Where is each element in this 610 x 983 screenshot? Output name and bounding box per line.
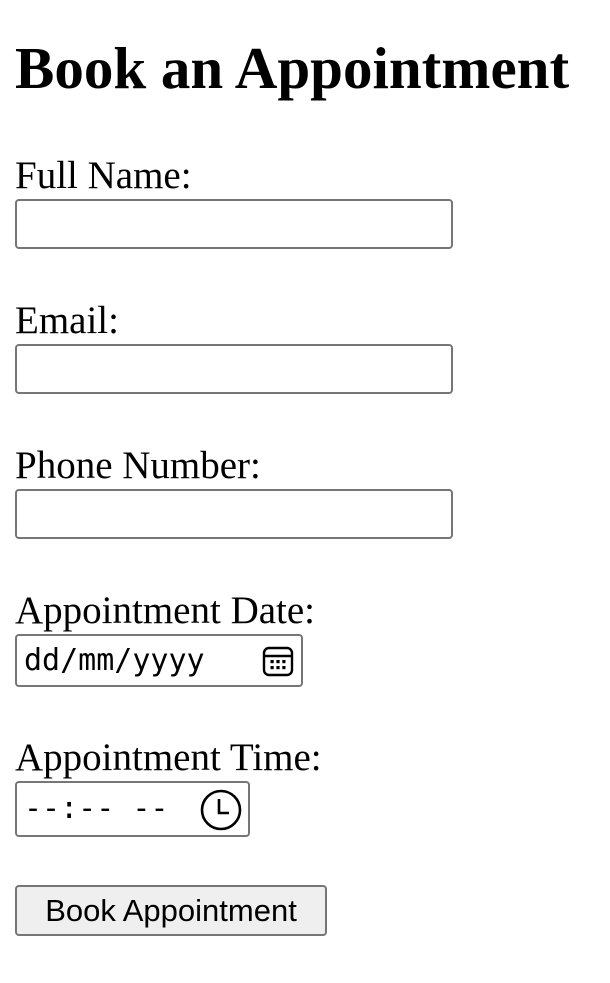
full-name-field[interactable] xyxy=(15,199,453,249)
full-name-label: Full Name: xyxy=(15,154,192,197)
book-appointment-button[interactable]: Book Appointment xyxy=(15,885,327,936)
appointment-time-field[interactable]: --:-- -- xyxy=(15,781,250,837)
time-placeholder: --:-- -- xyxy=(24,791,169,826)
date-placeholder: dd/mm/yyyy xyxy=(24,642,205,678)
calendar-icon[interactable] xyxy=(262,645,294,677)
clock-icon[interactable] xyxy=(200,789,242,831)
phone-number-label: Phone Number: xyxy=(15,444,261,487)
email-field[interactable] xyxy=(15,344,453,394)
email-label: Email: xyxy=(15,299,119,342)
phone-number-field[interactable] xyxy=(15,489,453,539)
appointment-date-field[interactable]: dd/mm/yyyy xyxy=(15,634,303,687)
page-title: Book an Appointment xyxy=(15,35,570,101)
appointment-date-label: Appointment Date: xyxy=(15,589,316,632)
appointment-time-label: Appointment Time: xyxy=(15,736,322,779)
